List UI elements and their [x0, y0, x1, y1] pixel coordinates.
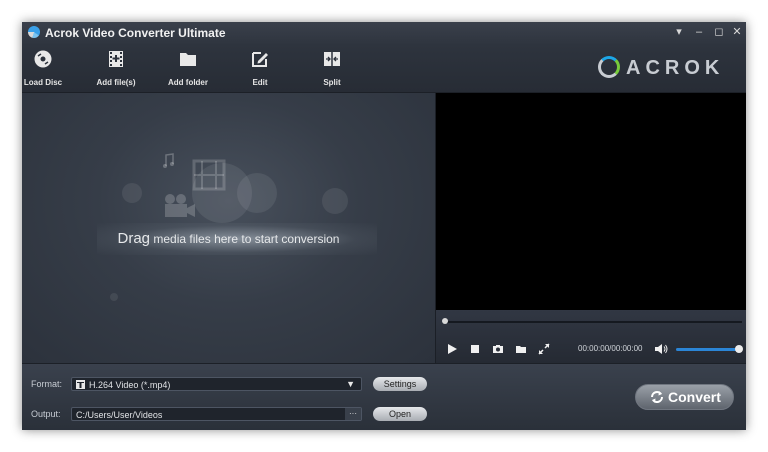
disc-icon [34, 50, 52, 68]
load-disc-button[interactable]: Load Disc [22, 44, 73, 92]
browse-button[interactable]: ··· [345, 408, 361, 420]
format-label: Format: [31, 379, 63, 389]
app-logo-icon [28, 26, 40, 38]
maximize-icon[interactable]: ◻ [712, 25, 726, 39]
play-icon[interactable] [446, 343, 458, 355]
snapshot-icon[interactable] [492, 343, 504, 355]
open-snapshot-folder-icon[interactable] [515, 343, 527, 355]
minimize-icon[interactable]: – [692, 25, 706, 39]
refresh-icon [651, 391, 663, 403]
film-add-icon [109, 51, 123, 67]
seek-bar[interactable] [444, 321, 742, 323]
add-files-label: Add file(s) [96, 78, 136, 87]
settings-button[interactable]: Settings [373, 377, 427, 391]
output-path-value: C:/Users/User/Videos [76, 410, 163, 420]
app-window: Acrok Video Converter Ultimate ▾ – ◻ ✕ L… [22, 22, 746, 430]
volume-slider[interactable] [676, 348, 738, 351]
seek-knob[interactable] [442, 318, 448, 324]
dropdown-menu-icon[interactable]: ▾ [672, 25, 686, 39]
drop-instruction-text: media files here to start conversion [153, 232, 340, 246]
decorative-bubble [122, 183, 142, 203]
playback-time: 00:00:00/00:00:00 [578, 344, 643, 353]
output-settings-panel: Format: H.264 Video (*.mp4) ▼ Settings O… [22, 363, 746, 430]
edit-icon [252, 52, 268, 67]
add-folder-button[interactable]: Add folder [158, 44, 218, 92]
file-drop-zone[interactable]: Drag media files here to start conversio… [22, 93, 435, 363]
open-button[interactable]: Open [373, 407, 427, 421]
convert-button[interactable]: Convert [635, 384, 734, 410]
format-select[interactable]: H.264 Video (*.mp4) ▼ [71, 377, 362, 391]
split-button[interactable]: Split [302, 44, 362, 92]
acrok-logo-icon [598, 56, 620, 78]
brand-logo: ACROK [598, 54, 738, 82]
add-folder-label: Add folder [168, 78, 208, 87]
output-label: Output: [31, 409, 61, 419]
add-files-button[interactable]: Add file(s) [86, 44, 146, 92]
drop-instruction-emphasis: Drag [117, 230, 151, 247]
window-title: Acrok Video Converter Ultimate [45, 26, 226, 40]
split-icon [324, 52, 340, 66]
music-note-icon [163, 153, 174, 168]
format-value: H.264 Video (*.mp4) [89, 380, 171, 390]
fullscreen-icon[interactable] [538, 343, 550, 355]
close-icon[interactable]: ✕ [730, 25, 744, 39]
edit-button[interactable]: Edit [230, 44, 290, 92]
toolbar: Load Disc Add file(s) Add folder Edit Sp… [22, 44, 746, 93]
decorative-bubble [237, 173, 277, 213]
title-bar: Acrok Video Converter Ultimate ▾ – ◻ ✕ [22, 22, 746, 44]
decorative-bubble [110, 293, 118, 301]
video-preview [436, 93, 746, 310]
edit-label: Edit [252, 78, 268, 87]
split-label: Split [323, 78, 341, 87]
brand-text: ACROK [626, 57, 725, 79]
output-path-field[interactable]: C:/Users/User/Videos ··· [71, 407, 362, 421]
volume-slider-knob[interactable] [735, 345, 743, 353]
drop-instruction: Drag media files here to start conversio… [22, 230, 435, 247]
volume-icon[interactable] [654, 343, 668, 355]
stop-icon[interactable] [469, 343, 481, 355]
film-strip-icon [192, 159, 226, 191]
convert-label: Convert [668, 389, 721, 405]
video-camera-icon [165, 194, 195, 217]
folder-icon [180, 53, 196, 66]
chevron-down-icon: ▼ [346, 379, 355, 389]
video-format-icon [76, 380, 85, 389]
decorative-bubble [322, 188, 348, 214]
player-controls: 00:00:00/00:00:00 [436, 310, 746, 363]
load-disc-label: Load Disc [23, 78, 63, 87]
